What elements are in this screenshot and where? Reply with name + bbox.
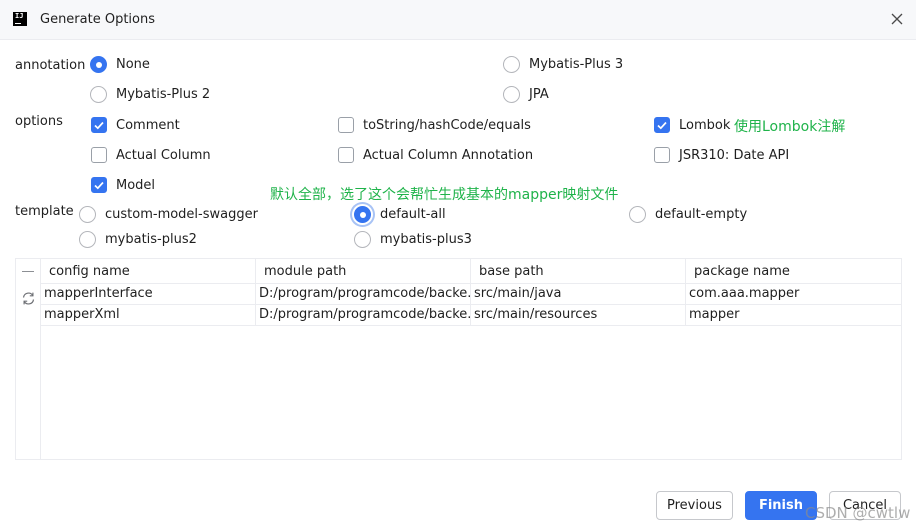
lombok-checkbox[interactable]: Lombok <box>654 117 730 133</box>
template-default-empty-label: default-empty <box>655 207 748 222</box>
annotation-jpa-radio[interactable]: JPA <box>503 86 549 103</box>
comment-checkbox[interactable]: Comment <box>91 117 180 133</box>
model-label: Model <box>116 177 156 193</box>
table-cell[interactable]: mapperXml <box>41 305 256 326</box>
template-mybatis-plus2-radio[interactable]: mybatis-plus2 <box>79 231 197 248</box>
watermark: CSDN @cwtlw <box>805 504 911 522</box>
actual-column-checkbox[interactable]: Actual Column <box>91 147 211 163</box>
close-icon <box>891 13 903 25</box>
template-mybatis-plus3-radio[interactable]: mybatis-plus3 <box>354 231 472 248</box>
lombok-label: Lombok <box>679 117 731 133</box>
table-cell[interactable]: D:/program/programcode/backe... <box>256 284 471 305</box>
annotation-jpa-label: JPA <box>529 87 549 102</box>
jsr310-date-api-label: JSR310: Date API <box>679 147 790 163</box>
minus-icon[interactable] <box>22 271 34 272</box>
table-cell[interactable]: src/main/java <box>471 284 686 305</box>
config-table: config name module path base path packag… <box>15 258 902 460</box>
radio-icon <box>629 206 646 223</box>
annotation-none-radio[interactable]: None <box>90 56 150 73</box>
table-cell[interactable]: src/main/resources <box>471 305 686 326</box>
template-default-all-radio[interactable]: default-all <box>354 206 446 223</box>
radio-icon <box>90 86 107 103</box>
checkbox-icon <box>91 147 107 163</box>
checkbox-checked-icon <box>654 117 670 133</box>
table-gutter <box>16 259 41 459</box>
options-label: options <box>15 114 63 129</box>
jsr310-date-api-checkbox[interactable]: JSR310: Date API <box>654 147 789 163</box>
table-cell[interactable]: mapper <box>686 305 902 326</box>
radio-icon <box>354 231 371 248</box>
annotation-label: annotation <box>15 58 86 73</box>
table-cell[interactable]: mapperInterface <box>41 284 256 305</box>
window-title: Generate Options <box>40 12 156 27</box>
previous-button[interactable]: Previous <box>656 491 733 520</box>
checkbox-icon <box>654 147 670 163</box>
table-row[interactable]: mapperXml D:/program/programcode/backe..… <box>41 305 901 326</box>
title-bar: IJ Generate Options <box>0 0 916 40</box>
radio-icon <box>503 86 520 103</box>
template-annotation-note: 默认全部，选了这个会帮忙生成基本的mapper映射文件 <box>270 187 619 203</box>
column-header-module-path[interactable]: module path <box>256 259 471 284</box>
intellij-logo-icon: IJ <box>13 12 27 26</box>
refresh-icon[interactable] <box>20 290 37 307</box>
radio-icon <box>503 56 520 73</box>
comment-label: Comment <box>116 117 180 133</box>
annotation-none-label: None <box>116 57 150 72</box>
radio-selected-icon <box>90 56 107 73</box>
column-header-package-name[interactable]: package name <box>686 259 902 284</box>
template-mybatis-plus3-label: mybatis-plus3 <box>380 232 472 247</box>
template-mybatis-plus2-label: mybatis-plus2 <box>105 232 197 247</box>
checkbox-icon <box>338 147 354 163</box>
template-default-empty-radio[interactable]: default-empty <box>629 206 747 223</box>
template-custom-model-swagger-label: custom-model-swagger <box>105 207 258 222</box>
checkbox-checked-icon <box>91 177 107 193</box>
template-custom-model-swagger-radio[interactable]: custom-model-swagger <box>79 206 258 223</box>
template-label: template <box>15 204 74 219</box>
annotation-mybatis-plus-3-label: Mybatis-Plus 3 <box>529 57 624 72</box>
annotation-mybatis-plus-2-label: Mybatis-Plus 2 <box>116 87 211 102</box>
tostring-hashcode-equals-checkbox[interactable]: toString/hashCode/equals <box>338 117 531 133</box>
radio-selected-icon <box>354 206 371 223</box>
annotation-mybatis-plus-2-radio[interactable]: Mybatis-Plus 2 <box>90 86 210 103</box>
table-cell[interactable]: D:/program/programcode/backe... <box>256 305 471 326</box>
tostring-hashcode-equals-label: toString/hashCode/equals <box>363 117 531 133</box>
close-button[interactable] <box>886 8 908 30</box>
column-header-config-name[interactable]: config name <box>41 259 256 284</box>
table-header: config name module path base path packag… <box>41 259 901 284</box>
actual-column-label: Actual Column <box>116 147 211 163</box>
template-default-all-label: default-all <box>380 207 446 222</box>
checkbox-icon <box>338 117 354 133</box>
model-checkbox[interactable]: Model <box>91 177 155 193</box>
table-row[interactable]: mapperInterface D:/program/programcode/b… <box>41 284 901 305</box>
actual-column-annotation-checkbox[interactable]: Actual Column Annotation <box>338 147 533 163</box>
radio-icon <box>79 206 96 223</box>
radio-icon <box>79 231 96 248</box>
actual-column-annotation-label: Actual Column Annotation <box>363 147 534 163</box>
table-cell[interactable]: com.aaa.mapper <box>686 284 902 305</box>
checkbox-checked-icon <box>91 117 107 133</box>
lombok-annotation-note: 使用Lombok注解 <box>734 119 846 135</box>
annotation-mybatis-plus-3-radio[interactable]: Mybatis-Plus 3 <box>503 56 623 73</box>
column-header-base-path[interactable]: base path <box>471 259 686 284</box>
